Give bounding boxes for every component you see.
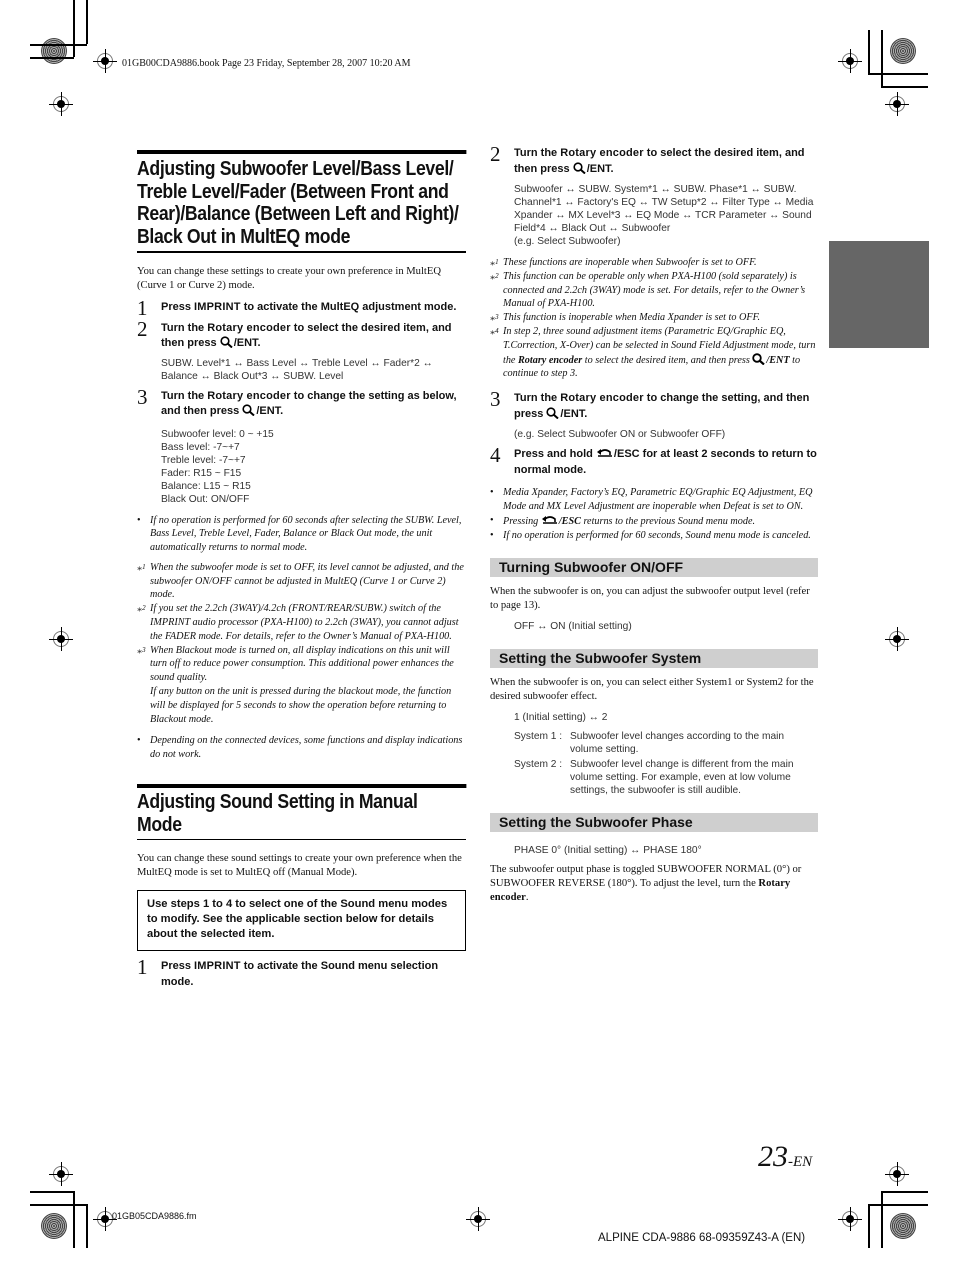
footnote-2: *2 If you set the 2.2ch (3WAY)/4.2ch (FRO… [137, 603, 459, 642]
section-title-manual-mode: Adjusting Sound Setting in Manual Mode [137, 784, 467, 839]
bullet-note: • Pressing /ESC returns to the previous S… [490, 514, 756, 527]
manual-step-1: 1 Press IMPRINT to activate the Sound me… [137, 955, 439, 988]
color-target-icon [41, 1213, 67, 1239]
bullet-note: • If no operation is performed for 60 sec… [137, 514, 462, 554]
crop-line [868, 30, 870, 74]
subheading-subwoofer-phase: Setting the Subwoofer Phase [490, 813, 818, 833]
crop-line [868, 1204, 928, 1206]
registration-mark-icon [885, 92, 909, 116]
manual-step-4: 4 Press and hold /ESC for at least 2 sec… [490, 443, 817, 476]
manual-step-3: 3 Turn the Rotary encoder to change the … [490, 387, 810, 420]
crop-line [86, 1204, 88, 1248]
registration-mark-icon [93, 1207, 117, 1231]
registration-mark-icon [49, 92, 73, 116]
footnote-3: *3 When Blackout mode is turned on, all d… [137, 644, 454, 725]
magnifier-icon [220, 336, 233, 348]
crop-line [30, 1191, 74, 1193]
print-footer-filename: 01GB05CDA9886.fm [112, 1211, 197, 1221]
step3-example: (e.g. Select Subwoofer ON or Subwoofer O… [514, 429, 726, 441]
magnifier-icon [573, 161, 586, 174]
registration-mark-icon [885, 627, 909, 651]
registration-mark-icon [49, 627, 73, 651]
color-target-icon [41, 38, 67, 64]
crop-line [868, 1204, 870, 1248]
step-2: 2 Turn the Rotary encoder to select the … [137, 316, 452, 350]
crop-line [86, 0, 88, 44]
manual-step-2: 2 Turn the Rotary encoder to select the … [490, 142, 805, 175]
return-arrow-icon [541, 515, 557, 524]
subheading-subwoofer-system: Setting the Subwoofer System [490, 649, 818, 669]
color-target-icon [890, 1213, 916, 1239]
bullet-note: • Media Xpander, Factory’s EQ, Parametric… [490, 487, 813, 512]
manual-intro-paragraph: You can change these sound settings to c… [137, 853, 462, 879]
step-3: 3 Turn the Rotary encoder to change the … [137, 384, 457, 418]
registration-mark-icon [93, 49, 117, 73]
footnote-3: *3 This function is inoperable when Media… [490, 312, 761, 327]
menu-sequence: SUBW. Level*1 ↔ Bass Level ↔ Treble Leve… [161, 357, 433, 382]
on-off-options: OFF ↔ ON (Initial setting) [514, 621, 632, 633]
system-2-row: System 2 : Subwoofer level change is diff… [514, 759, 794, 797]
registration-mark-icon [838, 49, 862, 73]
crop-line [881, 30, 883, 87]
section-title-multeq: Adjusting Subwoofer Level/Bass Level/ Tr… [137, 150, 467, 251]
print-header: 01GB00CDA9886.book Page 23 Friday, Septe… [122, 58, 411, 69]
footnote-2: *2 This function can be operable only whe… [490, 270, 806, 310]
registration-mark-icon [49, 1162, 73, 1186]
left-column: Adjusting Subwoofer Level/Bass Level/ Tr… [137, 150, 467, 995]
step-1: 1 Press IMPRINT to activate the MultEQ a… [137, 296, 457, 320]
on-off-paragraph: When the subwoofer is on, you can adjust… [490, 586, 810, 612]
phase-paragraph: The subwoofer output phase is toggled SU… [490, 864, 802, 904]
footnote-4: *4 In step 2, three sound adjustment item… [490, 325, 816, 380]
subheading-subwoofer-on-off: Turning Subwoofer ON/OFF [490, 558, 818, 578]
right-column: 2 Turn the Rotary encoder to select the … [490, 142, 818, 912]
magnifier-icon [242, 404, 255, 416]
intro-paragraph: You can change these settings to create … [137, 266, 441, 291]
instruction-box: Use steps 1 to 4 to select one of the So… [137, 890, 466, 952]
crop-line [881, 1191, 883, 1248]
system-paragraph: When the subwoofer is on, you can select… [490, 677, 814, 703]
crop-line [73, 0, 75, 57]
crop-line [30, 57, 74, 59]
registration-mark-icon [838, 1207, 862, 1231]
magnifier-icon [546, 407, 560, 419]
magnifier-icon [752, 352, 766, 365]
range-list: Subwoofer level: 0 ~ +15 Bass level: -7~… [161, 428, 274, 505]
footnote-1: *1 These functions are inoperable when Su… [490, 257, 757, 272]
crop-line [881, 86, 928, 88]
return-arrow-icon [596, 449, 612, 457]
sound-menu-sequence: Subwoofer ↔ SUBW. System*1 ↔ SUBW. Phase… [514, 184, 814, 247]
crop-line [868, 73, 928, 75]
page-number: 23-EN [758, 1140, 813, 1173]
crop-line [73, 1191, 75, 1248]
registration-mark-icon [466, 1207, 490, 1231]
print-footer-model: ALPINE CDA-9886 68-09359Z43-A (EN) [598, 1232, 806, 1244]
color-target-icon [890, 38, 916, 64]
registration-mark-icon [885, 1162, 909, 1186]
bullet-note: • If no operation is performed for 60 sec… [490, 529, 811, 541]
crop-line [30, 44, 87, 46]
chapter-tab [829, 241, 929, 348]
crop-line [881, 1191, 928, 1193]
system-1-row: System 1 : Subwoofer level changes accord… [514, 731, 785, 756]
crop-line [30, 1204, 87, 1206]
footnote-1: *1 When the subwoofer mode is set to OFF,… [137, 561, 464, 601]
bullet-note: • Depending on the connected devices, som… [137, 735, 463, 761]
system-options: 1 (Initial setting) ↔ 2 [514, 712, 608, 724]
phase-options: PHASE 0° (Initial setting) ↔ PHASE 180° [514, 845, 702, 857]
